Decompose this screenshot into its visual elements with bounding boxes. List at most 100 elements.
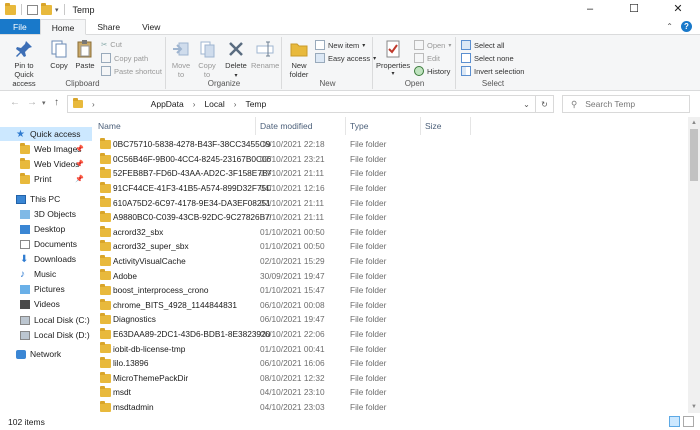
column-separator[interactable]: [255, 117, 256, 135]
table-row[interactable]: A9880BC0-C039-43CB-92DC-9C27826B79... 07/…: [92, 210, 688, 225]
tab-view[interactable]: View: [131, 19, 171, 34]
collapse-ribbon-icon[interactable]: ⌃: [666, 22, 673, 31]
nav-local-disk-d[interactable]: Local Disk (D:): [0, 328, 92, 342]
properties-button[interactable]: Properties ▾: [376, 39, 410, 79]
table-row[interactable]: 91CF44CE-41F3-41B5-A574-899D32F75D6F 04/1…: [92, 181, 688, 196]
details-view-icon[interactable]: [669, 416, 680, 427]
customize-toolbar-icon[interactable]: ▾: [55, 6, 59, 14]
invert-selection-button[interactable]: Invert selection: [461, 66, 524, 76]
column-header-name[interactable]: Name: [98, 121, 121, 133]
column-separator[interactable]: [470, 117, 471, 135]
back-arrow-icon[interactable]: ←: [10, 97, 20, 108]
table-row[interactable]: E63DAA89-2DC1-43D6-BDB1-8E3823920E... 06/…: [92, 327, 688, 342]
column-separator[interactable]: [420, 117, 421, 135]
paste-shortcut-button[interactable]: Paste shortcut: [101, 66, 162, 76]
close-button[interactable]: ✕: [656, 0, 700, 19]
copy-to-button[interactable]: Copy to: [195, 39, 219, 79]
address-bar[interactable]: › AppData › Local › Temp ⌄ ↻: [67, 95, 554, 113]
minimize-button[interactable]: –: [568, 0, 612, 19]
chevron-down-icon[interactable]: ⌄: [518, 100, 535, 109]
pin-icon[interactable]: 📌: [75, 175, 84, 183]
nav-downloads[interactable]: ⬇ Downloads: [0, 252, 92, 266]
nav-documents[interactable]: Documents: [0, 237, 92, 251]
nav-3d-objects[interactable]: 3D Objects: [0, 207, 92, 221]
cut-button[interactable]: ✂ Cut: [101, 40, 122, 49]
breadcrumb-local[interactable]: Local: [204, 99, 224, 109]
nav-music[interactable]: ♪ Music: [0, 267, 92, 281]
search-box[interactable]: ⚲ Search Temp: [562, 95, 690, 113]
edit-button[interactable]: Edit: [414, 53, 440, 63]
nav-quick-access[interactable]: ★ Quick access: [0, 127, 92, 141]
maximize-button[interactable]: ☐: [612, 0, 656, 19]
nav-pictures[interactable]: Pictures: [0, 282, 92, 296]
large-icons-view-icon[interactable]: [683, 416, 694, 427]
table-row[interactable]: 52FEB8B7-FD6D-43AA-AD2C-3F158E7BA... 07/1…: [92, 166, 688, 181]
select-none-button[interactable]: Select none: [461, 53, 514, 63]
tab-share[interactable]: Share: [86, 19, 131, 34]
nav-web-videos[interactable]: Web Videos 📌: [0, 157, 92, 171]
nav-network[interactable]: Network: [0, 347, 92, 361]
table-row[interactable]: lilo.13896 06/10/2021 16:06 File folder: [92, 356, 688, 371]
open-button[interactable]: Open ▾: [414, 40, 451, 50]
column-header-date[interactable]: Date modified: [260, 121, 312, 133]
history-button[interactable]: History: [414, 66, 450, 76]
nav-videos[interactable]: Videos: [0, 297, 92, 311]
new-folder-button[interactable]: New folder: [286, 39, 312, 79]
scrollbar-thumb[interactable]: [690, 129, 698, 181]
copy-button[interactable]: Copy: [48, 39, 70, 70]
chevron-right-icon[interactable]: ›: [92, 100, 95, 109]
nav-desktop[interactable]: Desktop: [0, 222, 92, 236]
table-row[interactable]: acrord32_sbx 01/10/2021 00:50 File folder: [92, 225, 688, 240]
properties-dropdown-icon[interactable]: ▾: [376, 70, 410, 79]
up-arrow-icon[interactable]: ↑: [54, 97, 59, 108]
delete-button[interactable]: Delete ▾: [223, 39, 249, 81]
vertical-scrollbar[interactable]: ▲ ▼: [688, 117, 700, 413]
table-row[interactable]: 610A75D2-6C97-4178-9E34-DA3EF08251EE 07/1…: [92, 195, 688, 210]
forward-arrow-icon[interactable]: →: [27, 97, 37, 108]
nav-web-images[interactable]: Web Images 📌: [0, 142, 92, 156]
table-row[interactable]: acrord32_super_sbx 01/10/2021 00:50 File f…: [92, 239, 688, 254]
table-row[interactable]: msdtadmin 04/10/2021 23:03 File folder: [92, 400, 688, 413]
nav-local-disk-c[interactable]: Local Disk (C:): [0, 313, 92, 327]
paste-button[interactable]: Paste: [74, 39, 96, 70]
table-row[interactable]: 0C56B46F-9B00-4CC4-8245-23167B0C0662 02/1…: [92, 152, 688, 167]
chevron-right-icon[interactable]: ›: [193, 100, 196, 109]
breadcrumb-appdata[interactable]: AppData: [151, 99, 184, 109]
tab-home[interactable]: Home: [39, 19, 87, 35]
recent-locations-icon[interactable]: ▾: [42, 99, 46, 107]
properties-icon[interactable]: [27, 4, 38, 15]
table-row[interactable]: msdt 04/10/2021 23:10 File folder: [92, 385, 688, 400]
copy-path-button[interactable]: Copy path: [101, 53, 148, 63]
new-folder-icon[interactable]: [41, 2, 52, 15]
search-input[interactable]: Search Temp: [585, 99, 635, 109]
tab-file[interactable]: File: [0, 19, 40, 34]
table-row[interactable]: MicroThemePackDir 08/10/2021 12:32 File fo…: [92, 371, 688, 386]
table-row[interactable]: Adobe 30/09/2021 19:47 File folder: [92, 268, 688, 283]
new-item-button[interactable]: New item ▾: [315, 40, 365, 50]
table-row[interactable]: ActivityVisualCache 02/10/2021 15:29 File …: [92, 254, 688, 269]
nav-print[interactable]: Print 📌: [0, 172, 92, 186]
scroll-down-arrow-icon[interactable]: ▼: [688, 401, 700, 413]
table-row[interactable]: chrome_BITS_4928_1144844831 06/10/2021 00…: [92, 298, 688, 313]
pin-icon[interactable]: 📌: [75, 145, 84, 153]
table-row[interactable]: iobit-db-license-tmp 01/10/2021 00:41 File…: [92, 341, 688, 356]
table-row[interactable]: boost_interprocess_crono 01/10/2021 15:47…: [92, 283, 688, 298]
scroll-up-arrow-icon[interactable]: ▲: [688, 117, 700, 129]
chevron-right-icon[interactable]: ›: [234, 100, 237, 109]
help-icon[interactable]: ?: [681, 21, 692, 32]
file-type: File folder: [350, 343, 387, 354]
table-row[interactable]: Diagnostics 06/10/2021 19:47 File folder: [92, 312, 688, 327]
table-row[interactable]: 0BC75710-5838-4278-B43F-38CC3455C981 06/1…: [92, 137, 688, 152]
rename-button[interactable]: Rename: [251, 39, 279, 70]
column-separator[interactable]: [345, 117, 346, 135]
move-to-button[interactable]: Move to: [169, 39, 193, 79]
refresh-icon[interactable]: ↻: [536, 100, 553, 109]
breadcrumb-temp[interactable]: Temp: [245, 99, 266, 109]
column-header-size[interactable]: Size: [425, 121, 442, 133]
column-header-type[interactable]: Type: [350, 121, 368, 133]
file-rows: 0BC75710-5838-4278-B43F-38CC3455C981 06/1…: [92, 137, 688, 413]
easy-access-button[interactable]: Easy access ▾: [315, 53, 376, 63]
pin-icon[interactable]: 📌: [75, 160, 84, 168]
nav-this-pc[interactable]: This PC: [0, 192, 92, 206]
select-all-button[interactable]: Select all: [461, 40, 504, 50]
